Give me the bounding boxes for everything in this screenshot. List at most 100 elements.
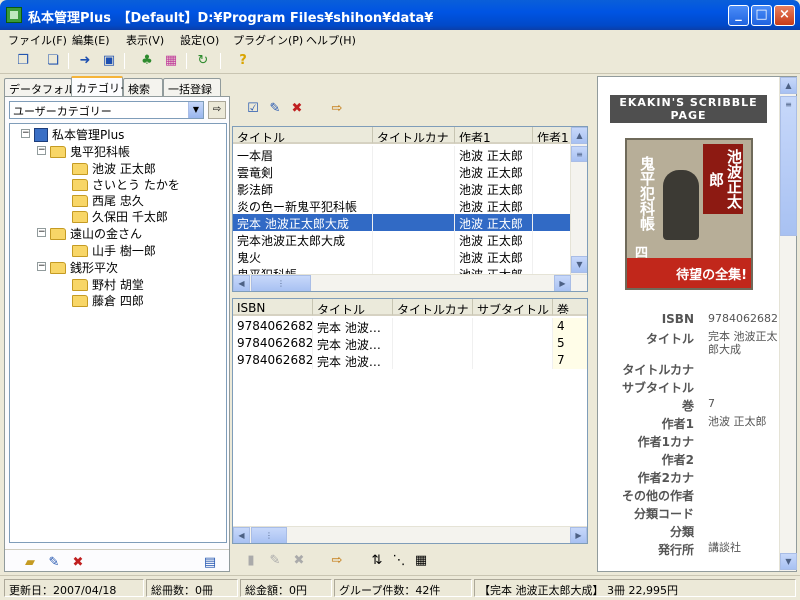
edit-icon[interactable]: ✎ xyxy=(266,100,284,118)
tree-root[interactable]: − 私本管理Plus xyxy=(21,126,124,142)
chevron-down-icon[interactable]: ▼ xyxy=(188,102,203,118)
scroll-left-icon[interactable]: ◀ xyxy=(233,275,250,291)
delete-icon[interactable]: ✖ xyxy=(69,554,87,572)
menu-view[interactable]: 表示(V) xyxy=(126,32,164,48)
copy-icon[interactable]: ❐ xyxy=(14,52,32,70)
refresh-icon[interactable]: ↻ xyxy=(194,52,212,70)
title-bar[interactable]: 私本管理Plus 【Default】D:¥Program Files¥shiho… xyxy=(0,0,800,30)
delete-icon[interactable]: ✖ xyxy=(290,552,308,570)
table-row-selected[interactable]: 完本 池波正太郎大成 池波 正太郎 xyxy=(233,214,573,231)
tab-data-folder[interactable]: データフォルダ xyxy=(4,78,86,96)
edit-icon[interactable]: ✎ xyxy=(266,552,284,570)
category-select[interactable]: ユーザーカテゴリー ▼ xyxy=(9,101,204,119)
table-row[interactable]: 9784062682…完本 池波…4 xyxy=(233,318,587,335)
scroll-down-icon[interactable]: ▼ xyxy=(780,553,797,570)
table-row[interactable]: 鬼火 池波 正太郎 xyxy=(233,248,573,265)
field-label: その他の作者 xyxy=(621,489,694,503)
export-icon[interactable]: ▣ xyxy=(100,52,118,70)
color-grid-icon[interactable]: ▦ xyxy=(162,52,180,70)
tab-bulk-register[interactable]: 一括登録 xyxy=(163,78,221,96)
title-table: タイトル タイトルカナ 作者1 作者1: 一本眉 池波 正太郎 雲竜剣 池波 正太郎… xyxy=(232,126,588,292)
collapse-icon[interactable]: − xyxy=(21,129,30,138)
main-toolbar: ❐ ❏ ➜ ▣ ♣ ▦ ↻ ? xyxy=(0,48,800,74)
window-icon[interactable]: ▤ xyxy=(201,554,219,572)
column-header[interactable]: 巻 xyxy=(553,299,587,316)
tree-leaf[interactable]: 山手 樹一郎 xyxy=(72,242,156,258)
scroll-down-icon[interactable]: ▼ xyxy=(571,256,587,273)
toolbar-separator xyxy=(220,53,221,69)
tree-leaf[interactable]: 西尾 忠久 xyxy=(72,192,144,208)
table-row[interactable]: 9784062682…完本 池波…7 xyxy=(233,352,587,369)
collapse-icon[interactable]: − xyxy=(37,146,46,155)
column-header[interactable]: タイトルカナ xyxy=(373,127,455,144)
scroll-thumb[interactable]: ≡ xyxy=(571,146,587,162)
menu-settings[interactable]: 設定(O) xyxy=(180,32,219,48)
minimize-button[interactable]: _ xyxy=(728,5,749,26)
book-icon[interactable]: ▮ xyxy=(242,552,260,570)
column-header[interactable]: タイトルカナ xyxy=(393,299,473,316)
export-icon[interactable]: ⇨ xyxy=(328,552,346,570)
tree-leaf[interactable]: 野村 胡堂 xyxy=(72,276,144,292)
menu-help[interactable]: ヘルプ(H) xyxy=(306,32,356,48)
vertical-scrollbar[interactable]: ▲ ≡ ▼ xyxy=(779,77,797,571)
help-icon[interactable]: ? xyxy=(234,52,252,70)
menu-bar: ファイル(F) 編集(E) 表示(V) 設定(O) プラグイン(P) ヘルプ(H… xyxy=(0,30,800,48)
new-folder-icon[interactable]: ▰ xyxy=(21,554,39,572)
tree-leaf[interactable]: 久保田 千太郎 xyxy=(72,208,168,224)
delete-icon[interactable]: ✖ xyxy=(288,100,306,118)
tree-leaf[interactable]: さいとう たかを xyxy=(72,176,180,192)
edit-icon[interactable]: ✎ xyxy=(45,554,63,572)
table-row[interactable]: 一本眉 池波 正太郎 xyxy=(233,146,573,163)
horizontal-scrollbar[interactable]: ◀ ⋮ ▶ xyxy=(233,526,587,543)
maximize-button[interactable]: □ xyxy=(751,5,772,26)
folder-icon xyxy=(72,295,88,307)
collapse-icon[interactable]: − xyxy=(37,262,46,271)
table-row[interactable]: 炎の色ー新鬼平犯科帳 池波 正太郎 xyxy=(233,197,573,214)
tree-leaf[interactable]: 池波 正太郎 xyxy=(72,160,156,176)
menu-file[interactable]: ファイル(F) xyxy=(8,32,67,48)
column-header[interactable]: タイトル xyxy=(313,299,393,316)
tree-view-icon[interactable]: ⋱ xyxy=(390,552,408,570)
scroll-up-icon[interactable]: ▲ xyxy=(780,77,797,94)
copy-pages-icon[interactable]: ❏ xyxy=(44,52,62,70)
tree-leaf[interactable]: 藤倉 四郎 xyxy=(72,292,144,308)
scroll-thumb[interactable]: ⋮ xyxy=(251,275,311,291)
collapse-icon[interactable]: − xyxy=(37,228,46,237)
status-selection: 【完本 池波正太郎大成】 3冊 22,995円 xyxy=(474,579,796,597)
scroll-thumb[interactable]: ≡ xyxy=(780,96,797,236)
table-row[interactable]: 影法師 池波 正太郎 xyxy=(233,180,573,197)
scroll-up-icon[interactable]: ▲ xyxy=(571,127,587,144)
scroll-thumb[interactable]: ⋮ xyxy=(251,527,287,543)
column-header[interactable]: 作者1: xyxy=(533,127,573,144)
horizontal-scrollbar[interactable]: ◀ ⋮ ▶ xyxy=(233,274,587,291)
column-header[interactable]: サブタイトル xyxy=(473,299,553,316)
scroll-left-icon[interactable]: ◀ xyxy=(233,527,250,543)
check-icon[interactable]: ☑ xyxy=(244,100,262,118)
sort-icon[interactable]: ⇅ xyxy=(368,552,386,570)
column-header[interactable]: タイトル xyxy=(233,127,373,144)
vertical-scrollbar[interactable]: ▲ ≡ ▼ xyxy=(570,127,587,274)
tree-node-zenigata[interactable]: − 銭形平次 xyxy=(37,259,118,275)
folder-icon xyxy=(50,228,66,240)
grid-view-icon[interactable]: ▦ xyxy=(412,552,430,570)
tab-search[interactable]: 検索 xyxy=(123,78,163,96)
export-icon[interactable]: ⇨ xyxy=(328,100,346,118)
folder-icon xyxy=(72,245,88,257)
table-row[interactable]: 完本池波正太郎大成 池波 正太郎 xyxy=(233,231,573,248)
column-header[interactable]: ISBN xyxy=(233,299,313,316)
table-row[interactable]: 雲竜剣 池波 正太郎 xyxy=(233,163,573,180)
table-row[interactable]: 9784062682…完本 池波…5 xyxy=(233,335,587,352)
column-header[interactable]: 作者1 xyxy=(455,127,533,144)
scroll-right-icon[interactable]: ▶ xyxy=(570,527,587,543)
scroll-right-icon[interactable]: ▶ xyxy=(554,275,571,291)
left-panel: ユーザーカテゴリー ▼ ⇨ − 私本管理Plus − 鬼平犯科帳 池波 正太郎 … xyxy=(4,96,230,572)
tree-node-onihei[interactable]: − 鬼平犯科帳 xyxy=(37,143,130,159)
import-icon[interactable]: ➜ xyxy=(76,52,94,70)
category-apply-button[interactable]: ⇨ xyxy=(208,101,226,119)
tab-category[interactable]: カテゴリー xyxy=(71,76,131,97)
close-button[interactable]: × xyxy=(774,5,795,26)
tree-node-toyama[interactable]: − 遠山の金さん xyxy=(37,225,142,241)
tree-icon[interactable]: ♣ xyxy=(138,52,156,70)
menu-plugin[interactable]: プラグイン(P) xyxy=(233,32,303,48)
menu-edit[interactable]: 編集(E) xyxy=(72,32,110,48)
